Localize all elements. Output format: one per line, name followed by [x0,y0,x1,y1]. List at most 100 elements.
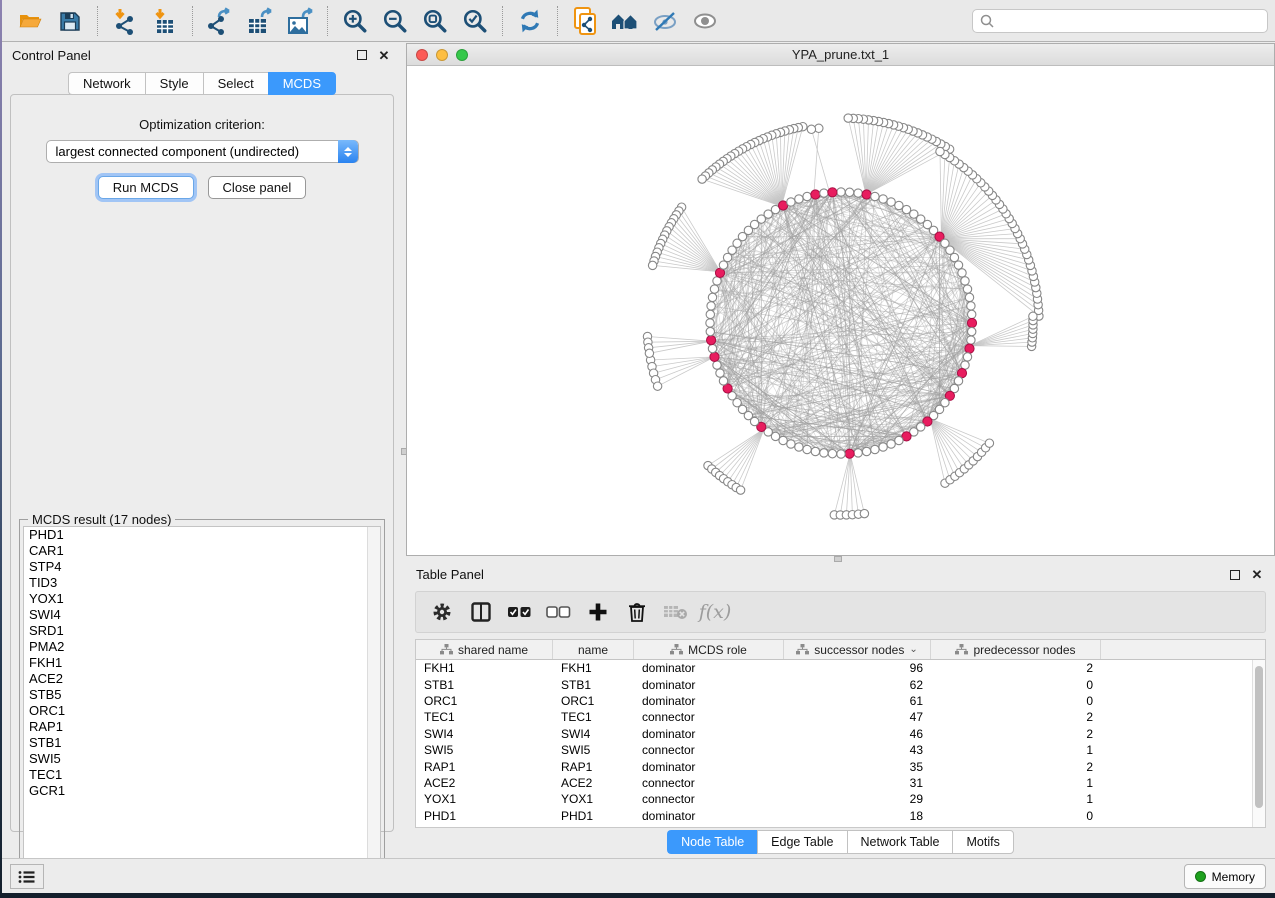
cell-name[interactable]: SWI5 [553,743,634,757]
cell-MCDS-role[interactable]: dominator [634,694,784,708]
add-column-button[interactable] [582,596,614,628]
mcds-result-item[interactable]: FKH1 [24,655,380,671]
column-header-shared-name[interactable]: shared name [416,640,553,659]
function-builder-button[interactable]: f(x) [699,596,731,628]
mcds-result-item[interactable]: STP4 [24,559,380,575]
window-zoom-button[interactable] [456,49,468,61]
tab-style[interactable]: Style [145,72,203,95]
splitter-handle[interactable] [834,556,842,562]
tab-node-table[interactable]: Node Table [667,830,757,854]
cell-name[interactable]: TEC1 [553,710,634,724]
cell-successor-nodes[interactable]: 62 [784,678,931,692]
table-row[interactable]: STB1STB1dominator620 [416,676,1265,692]
zoom-selected-button[interactable] [455,4,495,38]
cell-successor-nodes[interactable]: 29 [784,792,931,806]
cell-shared-name[interactable]: SWI4 [416,727,553,741]
mcds-result-item[interactable]: SWI4 [24,607,380,623]
cell-shared-name[interactable]: SWI5 [416,743,553,757]
table-row[interactable]: YOX1YOX1connector291 [416,791,1265,807]
cell-shared-name[interactable]: PHD1 [416,809,553,823]
import-network-button[interactable] [105,4,145,38]
new-network-from-selection-button[interactable] [565,4,605,38]
cell-MCDS-role[interactable]: dominator [634,678,784,692]
column-settings-button[interactable] [426,596,458,628]
show-columns-button[interactable] [465,596,497,628]
hide-selected-button[interactable] [645,4,685,38]
column-header-name[interactable]: name [553,640,634,659]
cell-successor-nodes[interactable]: 35 [784,760,931,774]
table-scrollbar[interactable] [1252,660,1265,827]
table-panel-float-button[interactable] [1227,567,1243,583]
cell-name[interactable]: ORC1 [553,694,634,708]
show-panels-menu-button[interactable] [10,864,44,889]
tab-mcds[interactable]: MCDS [268,72,336,95]
cell-MCDS-role[interactable]: dominator [634,760,784,774]
cell-predecessor-nodes[interactable]: 0 [931,809,1101,823]
memory-button[interactable]: Memory [1184,864,1266,889]
cell-predecessor-nodes[interactable]: 0 [931,694,1101,708]
mcds-result-item[interactable]: TEC1 [24,767,380,783]
cell-shared-name[interactable]: FKH1 [416,661,553,675]
table-row[interactable]: FKH1FKH1dominator962 [416,660,1265,676]
window-minimize-button[interactable] [436,49,448,61]
cell-MCDS-role[interactable]: connector [634,776,784,790]
tab-network-table[interactable]: Network Table [847,830,953,854]
cell-name[interactable]: YOX1 [553,792,634,806]
close-panel-button[interactable]: Close panel [208,176,307,199]
table-row[interactable]: TEC1TEC1connector472 [416,709,1265,725]
first-neighbors-button[interactable] [605,4,645,38]
delete-table-button[interactable] [660,596,692,628]
control-panel-float-button[interactable] [354,47,370,63]
cell-successor-nodes[interactable]: 18 [784,809,931,823]
mcds-result-item[interactable]: STB1 [24,735,380,751]
cell-predecessor-nodes[interactable]: 1 [931,776,1101,790]
mcds-result-item[interactable]: STB5 [24,687,380,703]
tab-edge-table[interactable]: Edge Table [757,830,846,854]
cell-successor-nodes[interactable]: 43 [784,743,931,757]
column-header-successor-nodes[interactable]: successor nodes⌄ [784,640,931,659]
cell-successor-nodes[interactable]: 46 [784,727,931,741]
mcds-result-item[interactable]: RAP1 [24,719,380,735]
cell-MCDS-role[interactable]: dominator [634,727,784,741]
cell-MCDS-role[interactable]: dominator [634,661,784,675]
cell-predecessor-nodes[interactable]: 2 [931,710,1101,724]
cell-predecessor-nodes[interactable]: 1 [931,792,1101,806]
select-all-button[interactable] [504,596,536,628]
cell-successor-nodes[interactable]: 96 [784,661,931,675]
zoom-fit-button[interactable] [415,4,455,38]
cell-name[interactable]: STB1 [553,678,634,692]
cell-name[interactable]: ACE2 [553,776,634,790]
cell-predecessor-nodes[interactable]: 1 [931,743,1101,757]
table-panel-close-button[interactable]: ✕ [1249,567,1265,583]
table-row[interactable]: PHD1PHD1dominator180 [416,808,1265,824]
deselect-all-button[interactable] [543,596,575,628]
mcds-result-item[interactable]: PMA2 [24,639,380,655]
cell-shared-name[interactable]: STB1 [416,678,553,692]
mcds-result-item[interactable]: CAR1 [24,543,380,559]
cell-predecessor-nodes[interactable]: 2 [931,661,1101,675]
column-header-predecessor-nodes[interactable]: predecessor nodes [931,640,1101,659]
column-header-MCDS-role[interactable]: MCDS role [634,640,784,659]
show-all-button[interactable] [685,4,725,38]
cell-shared-name[interactable]: TEC1 [416,710,553,724]
mcds-result-item[interactable]: PHD1 [24,527,380,543]
criterion-select[interactable]: largest connected component (undirected) [46,140,359,163]
export-image-button[interactable] [280,4,320,38]
mcds-result-item[interactable]: ORC1 [24,703,380,719]
cell-successor-nodes[interactable]: 31 [784,776,931,790]
import-table-button[interactable] [145,4,185,38]
zoom-out-button[interactable] [375,4,415,38]
cell-predecessor-nodes[interactable]: 0 [931,678,1101,692]
table-row[interactable]: ORC1ORC1dominator610 [416,693,1265,709]
run-mcds-button[interactable]: Run MCDS [98,176,194,199]
cell-shared-name[interactable]: ORC1 [416,694,553,708]
cell-MCDS-role[interactable]: connector [634,792,784,806]
cell-name[interactable]: RAP1 [553,760,634,774]
mcds-result-item[interactable]: TID3 [24,575,380,591]
scrollbar-thumb[interactable] [1255,666,1263,808]
cell-name[interactable]: SWI4 [553,727,634,741]
zoom-in-button[interactable] [335,4,375,38]
panel-splitter-horizontal[interactable] [406,556,1275,563]
save-session-button[interactable] [50,4,90,38]
cell-MCDS-role[interactable]: dominator [634,809,784,823]
